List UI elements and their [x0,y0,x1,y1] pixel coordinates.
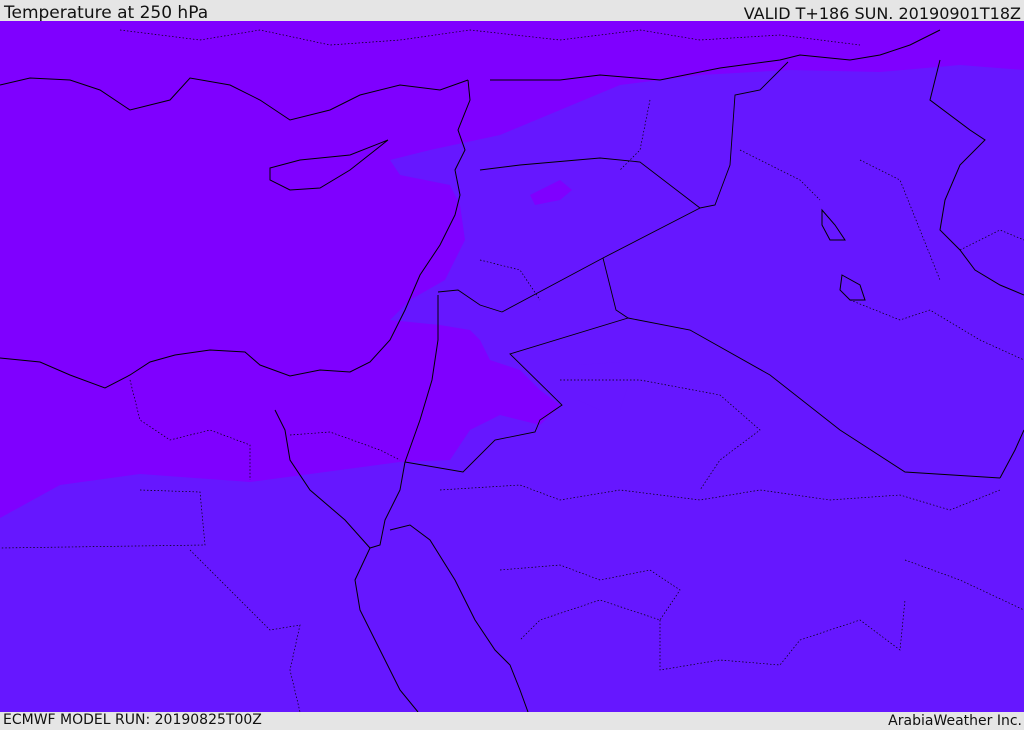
footer-bar: ECMWF MODEL RUN: 20190825T00Z ArabiaWeat… [0,712,1024,729]
cool-patch [578,362,630,410]
map-title: Temperature at 250 hPa [4,3,209,23]
header-bar: Temperature at 250 hPa VALID T+186 SUN. … [0,0,1024,23]
credit: ArabiaWeather Inc. [888,713,1022,729]
temperature-map [0,21,1024,712]
model-run: ECMWF MODEL RUN: 20190825T00Z [3,712,262,728]
